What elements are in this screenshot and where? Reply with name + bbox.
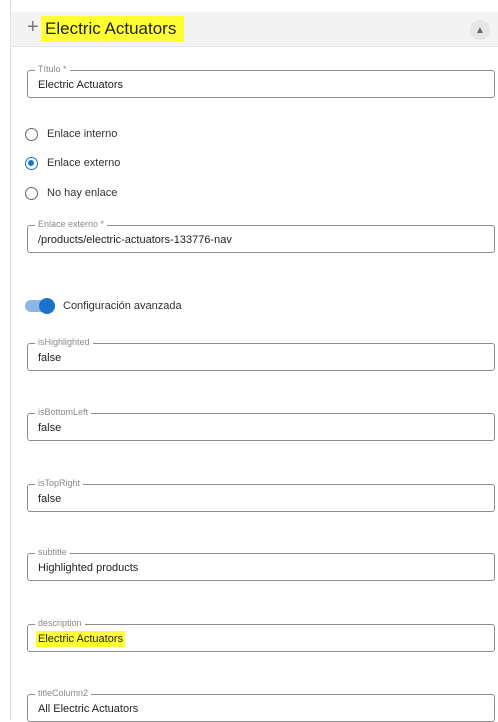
radio-button[interactable] [25, 127, 38, 141]
is-bottom-left-field[interactable]: isBottomLeft false [27, 407, 495, 441]
titulo-value: Electric Actuators [38, 79, 123, 91]
radio-label: Enlace externo [47, 157, 121, 169]
enlace-externo-field[interactable]: Enlace externo * /products/electric-actu… [27, 219, 495, 253]
is-highlighted-field[interactable]: isHighlighted false [27, 337, 495, 371]
is-top-right-label: isTopRight [35, 478, 84, 488]
title-column2-field[interactable]: titleColumn2 All Electric Actuators [27, 688, 495, 722]
is-bottom-left-label: isBottomLeft [35, 407, 92, 417]
is-top-right-value: false [38, 493, 62, 505]
enlace-externo-label: Enlace externo * [35, 219, 108, 229]
radio-button[interactable] [25, 186, 38, 200]
radio-enlace-interno[interactable]: Enlace interno [25, 126, 117, 142]
is-highlighted-value: false [38, 352, 62, 364]
chevron-up-icon[interactable]: ▲ [470, 20, 490, 40]
titulo-label: Título * [35, 64, 70, 74]
subtitle-label: subtitle [35, 547, 70, 557]
advanced-config-toggle[interactable]: Configuración avanzada [25, 297, 182, 315]
plus-icon[interactable]: + [27, 17, 39, 37]
title-column2-label: titleColumn2 [35, 688, 92, 698]
title-column2-value: All Electric Actuators [38, 703, 139, 715]
titulo-field[interactable]: Título * Electric Actuators [27, 64, 495, 98]
radio-label: Enlace interno [47, 128, 118, 140]
subtitle-field[interactable]: subtitle Highlighted products [27, 547, 495, 581]
enlace-externo-value: /products/electric-actuators-133776-nav [38, 234, 232, 246]
description-field[interactable]: description Electric Actuators [27, 618, 495, 652]
section-title: Electric Actuators [41, 16, 185, 42]
radio-enlace-externo[interactable]: Enlace externo [25, 155, 120, 171]
is-top-right-field[interactable]: isTopRight false [27, 478, 495, 512]
subtitle-value: Highlighted products [38, 562, 139, 574]
toggle-label: Configuración avanzada [63, 300, 182, 312]
toggle-switch[interactable] [25, 298, 55, 314]
link-editor-panel: + Electric Actuators ▲ Título * Electric… [10, 0, 498, 722]
section-header[interactable]: + Electric Actuators ▲ [11, 12, 498, 47]
description-label: description [35, 618, 85, 628]
description-value: Electric Actuators [36, 631, 125, 647]
is-highlighted-label: isHighlighted [35, 337, 93, 347]
radio-label: No hay enlace [47, 187, 118, 199]
toggle-thumb [39, 298, 55, 314]
radio-button-selected[interactable] [25, 156, 38, 170]
radio-no-hay-enlace[interactable]: No hay enlace [25, 185, 117, 201]
is-bottom-left-value: false [38, 422, 62, 434]
